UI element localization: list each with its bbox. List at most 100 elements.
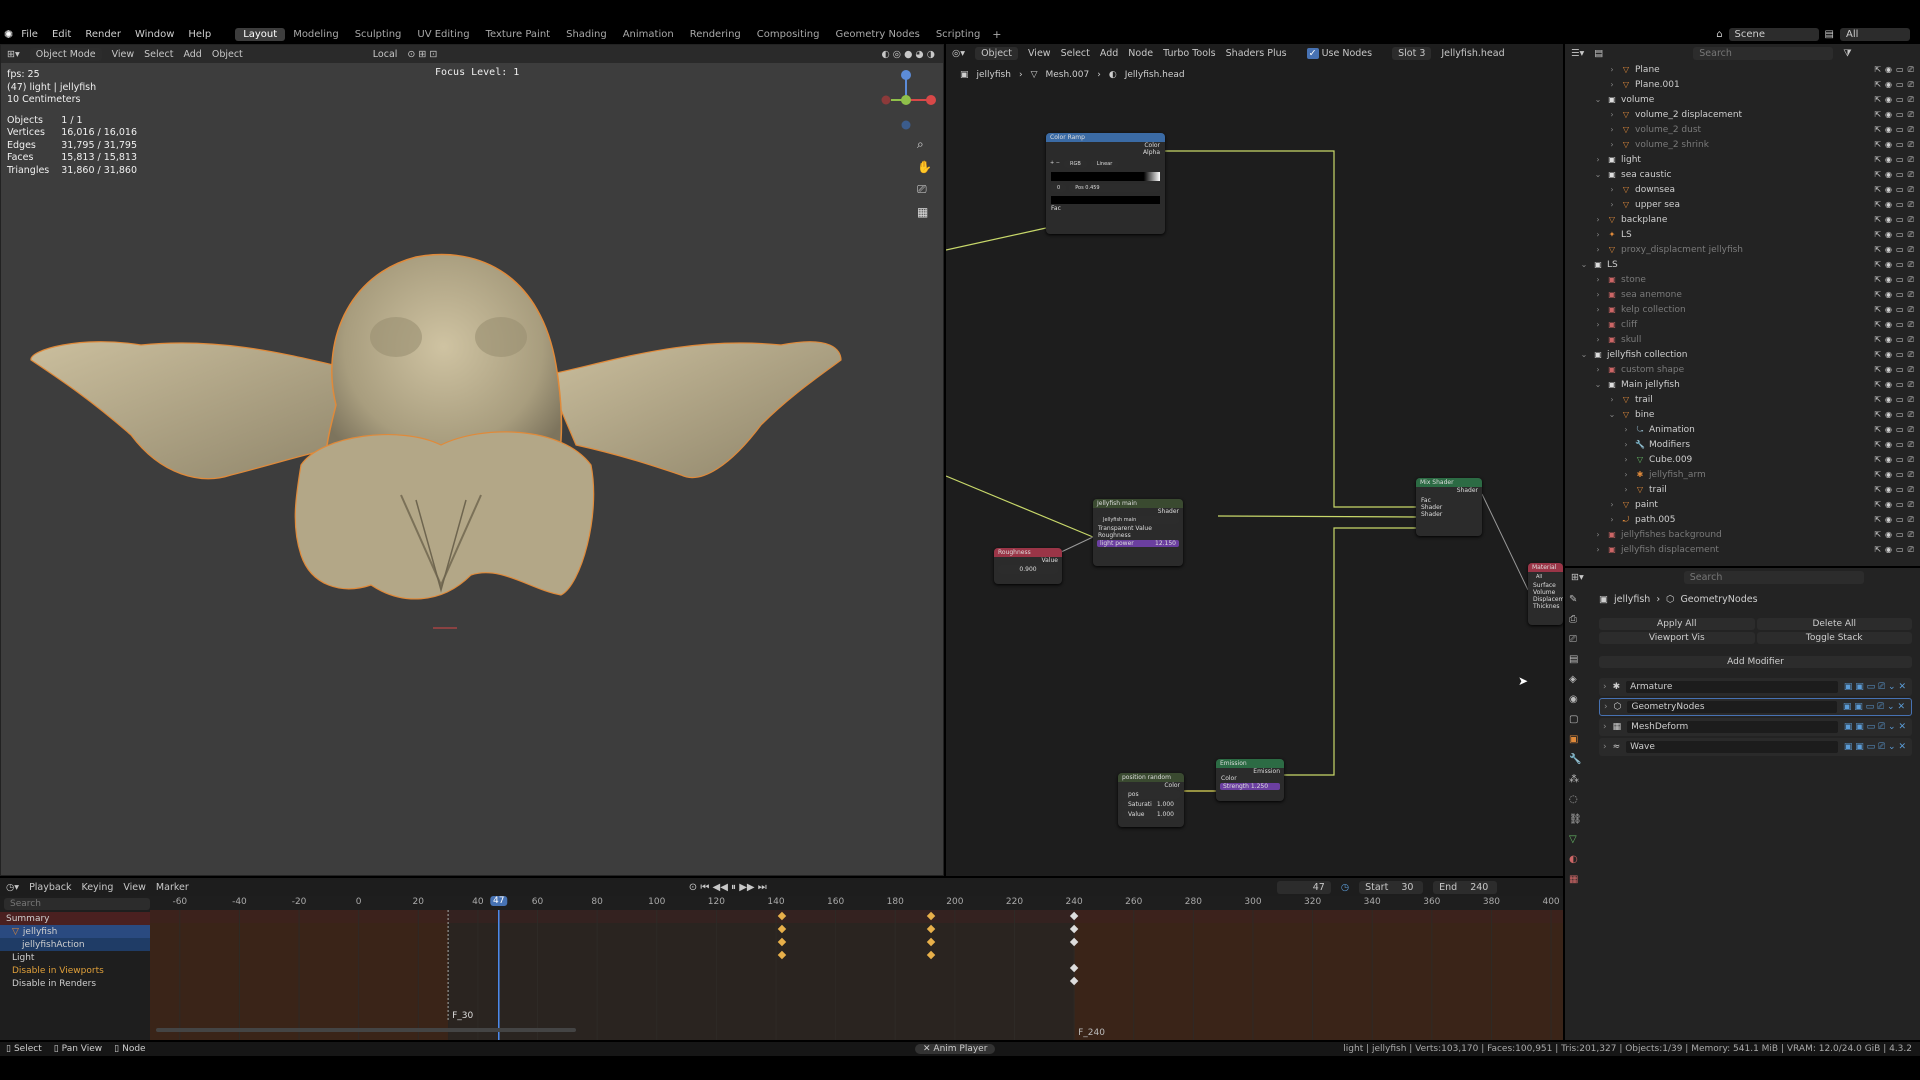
camera-icon[interactable]: ⎚ (1908, 185, 1914, 195)
camera-icon[interactable]: ⎚ (1908, 545, 1914, 555)
menu-help[interactable]: Help (188, 29, 211, 40)
tab-modeling[interactable]: Modeling (285, 28, 347, 41)
disclosure-icon[interactable]: › (1593, 275, 1603, 284)
eye-icon[interactable]: ◉ (1885, 275, 1892, 285)
channel-summary[interactable]: Summary (0, 912, 150, 925)
select-icon[interactable]: ⇱ (1874, 80, 1881, 90)
outliner-item[interactable]: ⌄ ▣ volume ⇱ ◉ ▭ ⎚ (1565, 92, 1920, 107)
disclosure-icon[interactable]: › (1607, 125, 1617, 134)
frame-ruler[interactable]: -60 -40 -20 0 20 40 60 80 100 120 140 160 180 200 220 2… (150, 896, 1563, 910)
properties-search[interactable]: Search (1683, 570, 1864, 584)
editor-type-icon[interactable]: ◷▾ (6, 882, 19, 893)
select-icon[interactable]: ⇱ (1874, 185, 1881, 195)
outliner[interactable]: ☰▾ ▤ Search ⧩ › ▽ Plane ⇱ ◉ ▭ ⎚ › ▽ Plane.001 ⇱ ◉ ▭ ⎚… (1565, 44, 1920, 566)
select-icon[interactable]: ⇱ (1874, 95, 1881, 105)
disclosure-icon[interactable]: ⌄ (1607, 410, 1617, 419)
tab-sculpting[interactable]: Sculpting (347, 28, 410, 41)
channel-jellyfish[interactable]: ▽ jellyfish (0, 925, 150, 938)
select-icon[interactable]: ⇱ (1874, 230, 1881, 240)
select-icon[interactable]: ⇱ (1874, 500, 1881, 510)
camera-icon[interactable]: ⎚ (1908, 140, 1914, 150)
disclosure-icon[interactable]: › (1607, 140, 1617, 149)
eye-icon[interactable]: ◉ (1885, 290, 1892, 300)
select-icon[interactable]: ⇱ (1874, 485, 1881, 495)
monitor-icon[interactable]: ▭ (1896, 155, 1904, 165)
disclosure-icon[interactable]: › (1621, 440, 1631, 449)
select-icon[interactable]: ⇱ (1874, 140, 1881, 150)
disclosure-icon[interactable]: › (1593, 245, 1603, 254)
color-ramp-node[interactable]: Color Ramp Color Alpha + − RGB Linear 0 Pos… (1046, 133, 1165, 234)
eye-icon[interactable]: ◉ (1885, 260, 1892, 270)
channel-search[interactable]: Search (4, 898, 150, 910)
select-icon[interactable]: ⇱ (1874, 170, 1881, 180)
channel-light[interactable]: Light (0, 951, 150, 964)
scene-selector[interactable]: Scene (1728, 27, 1819, 41)
camera-icon[interactable]: ⎚ (1908, 470, 1914, 480)
eye-icon[interactable]: ◉ (1885, 305, 1892, 315)
playback-controls[interactable]: ⊙ ⏮ ◀◀ ⏸ ▶▶ ⏭ (689, 882, 767, 893)
eye-icon[interactable]: ◉ (1885, 320, 1892, 330)
camera-icon[interactable]: ⎚ (1908, 65, 1914, 75)
outliner-item[interactable]: › ▽ volume_2 shrink ⇱ ◉ ▭ ⎚ (1565, 137, 1920, 152)
select-icon[interactable]: ⇱ (1874, 470, 1881, 480)
outliner-item[interactable]: › ▽ upper sea ⇱ ◉ ▭ ⎚ (1565, 197, 1920, 212)
channel-disable-renders[interactable]: Disable in Renders (0, 977, 150, 990)
camera-icon[interactable]: ⎚ (1908, 500, 1914, 510)
eye-icon[interactable]: ◉ (1885, 470, 1892, 480)
outliner-item[interactable]: ⌄ ▣ LS ⇱ ◉ ▭ ⎚ (1565, 257, 1920, 272)
properties-editor[interactable]: ⊞▾ Search ✎ ⎙ ⎚ ▤ ◈ ◉ ▢ ▣ 🔧 ⁂ ◌ ⛓ ▽ ◐ ▦ ▣ jellyfish › ⬡ Ge… (1565, 568, 1920, 1040)
tool-tab-icon[interactable]: ✎ (1569, 594, 1582, 605)
monitor-icon[interactable]: ▭ (1896, 80, 1904, 90)
disclosure-icon[interactable]: › (1607, 65, 1617, 74)
select-icon[interactable]: ⇱ (1874, 365, 1881, 375)
current-frame-field[interactable]: 47 (1276, 880, 1331, 894)
select-icon[interactable]: ⇱ (1874, 530, 1881, 540)
disclosure-icon[interactable]: › (1593, 155, 1603, 164)
roughness-value-node[interactable]: Roughness Value 0.900 (994, 548, 1062, 584)
eye-icon[interactable]: ◉ (1885, 230, 1892, 240)
jellyfish-main-group-node[interactable]: Jellyfish main Shader Jellyfish main Tra… (1093, 499, 1183, 566)
disclosure-icon[interactable]: › (1607, 110, 1617, 119)
tab-animation[interactable]: Animation (615, 28, 682, 41)
tab-geometry-nodes[interactable]: Geometry Nodes (827, 28, 927, 41)
select-icon[interactable]: ⇱ (1874, 260, 1881, 270)
outliner-item[interactable]: › ▣ cliff ⇱ ◉ ▭ ⎚ (1565, 317, 1920, 332)
disclosure-icon[interactable]: › (1621, 485, 1631, 494)
eye-icon[interactable]: ◉ (1885, 245, 1892, 255)
eye-icon[interactable]: ◉ (1885, 65, 1892, 75)
outliner-item[interactable]: › ▣ jellyfishes background ⇱ ◉ ▭ ⎚ (1565, 527, 1920, 542)
select-icon[interactable]: ⇱ (1874, 200, 1881, 210)
outliner-item[interactable]: › ▣ kelp collection ⇱ ◉ ▭ ⎚ (1565, 302, 1920, 317)
menu-edit[interactable]: Edit (52, 29, 71, 40)
channel-disable-viewports[interactable]: Disable in Viewports (0, 964, 150, 977)
camera-icon[interactable]: ⎚ (1908, 530, 1914, 540)
outliner-item[interactable]: › ▽ backplane ⇱ ◉ ▭ ⎚ (1565, 212, 1920, 227)
disclosure-icon[interactable]: › (1607, 185, 1617, 194)
monitor-icon[interactable]: ▭ (1896, 365, 1904, 375)
monitor-icon[interactable]: ▭ (1896, 320, 1904, 330)
disclosure-icon[interactable]: › (1593, 230, 1603, 239)
expand-icon[interactable]: › (1603, 742, 1607, 752)
camera-icon[interactable]: ⎚ (1908, 245, 1914, 255)
monitor-icon[interactable]: ▭ (1896, 470, 1904, 480)
eye-icon[interactable]: ◉ (1885, 155, 1892, 165)
camera-icon[interactable]: ⎚ (1908, 125, 1914, 135)
disclosure-icon[interactable]: › (1593, 290, 1603, 299)
outliner-item[interactable]: › ▣ skull ⇱ ◉ ▭ ⎚ (1565, 332, 1920, 347)
camera-icon[interactable]: ⎚ (1908, 230, 1914, 240)
camera-icon[interactable]: ⎚ (1908, 200, 1914, 210)
outliner-item[interactable]: › ▽ downsea ⇱ ◉ ▭ ⎚ (1565, 182, 1920, 197)
marker-f30[interactable]: F_30 (452, 1011, 473, 1021)
view-layer-selector[interactable]: All (1840, 27, 1910, 41)
camera-icon[interactable]: ⎚ (1908, 455, 1914, 465)
view-layer-tab-icon[interactable]: ▤ (1569, 654, 1582, 665)
viewport-vis-button[interactable]: Viewport Vis (1599, 632, 1755, 644)
disclosure-icon[interactable]: ⌄ (1579, 260, 1589, 269)
monitor-icon[interactable]: ▭ (1896, 125, 1904, 135)
outliner-item[interactable]: › ▽ Plane.001 ⇱ ◉ ▭ ⎚ (1565, 77, 1920, 92)
jellyfish-model[interactable] (1, 45, 945, 877)
eye-icon[interactable]: ◉ (1885, 425, 1892, 435)
color-ramp-gradient[interactable] (1051, 172, 1160, 181)
outliner-item[interactable]: › ▽ volume_2 dust ⇱ ◉ ▭ ⎚ (1565, 122, 1920, 137)
eye-icon[interactable]: ◉ (1885, 395, 1892, 405)
